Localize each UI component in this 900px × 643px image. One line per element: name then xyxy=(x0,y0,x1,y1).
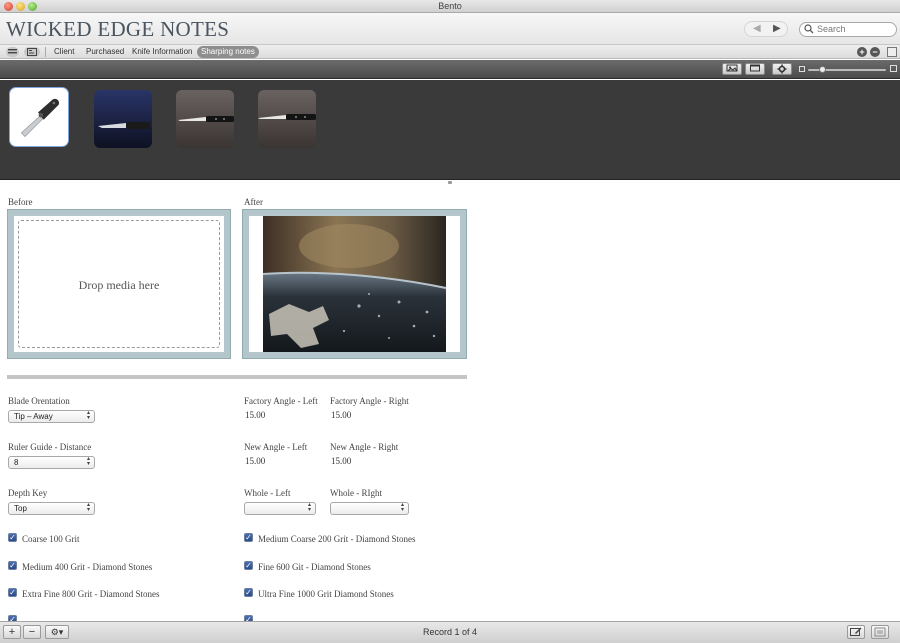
gallery-toolbar xyxy=(0,60,900,79)
record-count: Record 1 of 4 xyxy=(422,627,478,637)
after-photo-blade-closeup xyxy=(249,216,460,352)
database-title: WICKED EDGE NOTES xyxy=(6,17,230,41)
extra-fine-800-checkbox[interactable]: ✓ xyxy=(8,588,17,597)
record-navigation: ◀ ▶ xyxy=(744,21,788,37)
before-label: Before xyxy=(8,197,33,207)
status-bar: + − ⚙▾ Record 1 of 4 xyxy=(0,621,900,643)
after-label: After xyxy=(244,197,263,207)
view-bar-separator xyxy=(45,47,46,57)
ruler-guide-label: Ruler Guide - Distance xyxy=(8,442,92,452)
blade-orientation-popup[interactable]: Tip – Away ▴ ▾ xyxy=(8,410,95,423)
drop-zone[interactable]: Drop media here xyxy=(18,220,220,348)
gallery-thumbnail[interactable] xyxy=(94,90,152,148)
coarse-100-label: Coarse 100 Grit xyxy=(22,534,80,544)
tab-purchased[interactable]: Purchased xyxy=(86,46,124,58)
zoom-slider-knob[interactable] xyxy=(819,66,826,73)
gallery-thumbnail[interactable] xyxy=(10,88,68,146)
window-title-bar: Bento xyxy=(0,0,900,13)
add-form-icon[interactable]: + xyxy=(857,47,867,57)
knife-on-brown-image xyxy=(258,90,316,148)
ruler-guide-value: 8 xyxy=(14,458,19,467)
ruler-guide-popup[interactable]: 8 ▴ ▾ xyxy=(8,456,95,469)
folding-knife-image xyxy=(12,90,66,144)
medium-coarse-200-label: Medium Coarse 200 Grit - Diamond Stones xyxy=(258,534,416,544)
factory-angle-right-label: Factory Angle - Right xyxy=(330,396,409,406)
gallery-resize-handle[interactable] xyxy=(448,181,452,184)
medium-400-checkbox[interactable]: ✓ xyxy=(8,561,17,570)
popup-arrows-icon: ▴ ▾ xyxy=(400,502,404,513)
window-title: Bento xyxy=(438,1,462,11)
search-icon xyxy=(804,24,815,36)
whole-right-popup[interactable]: ▴ ▾ xyxy=(330,502,409,515)
field-panel-icon[interactable] xyxy=(887,47,897,57)
fine-600-label: Fine 600 Git - Diamond Stones xyxy=(258,562,371,572)
previous-record-button[interactable]: ◀ xyxy=(753,23,761,34)
extra-fine-800-label: Extra Fine 800 Grit - Diamond Stones xyxy=(22,589,160,599)
record-form: Before Drop media here After Blade Orent… xyxy=(0,185,900,621)
depth-key-value: Top xyxy=(14,504,27,513)
medium-coarse-200-checkbox[interactable]: ✓ xyxy=(244,533,253,542)
popup-arrows-icon: ▴ ▾ xyxy=(86,456,90,467)
whole-right-label: Whole - RIght xyxy=(330,488,382,498)
depth-key-popup[interactable]: Top ▴ ▾ xyxy=(8,502,95,515)
search-field[interactable]: Search xyxy=(799,22,897,37)
factory-angle-left-value[interactable]: 15.00 xyxy=(245,410,265,420)
next-record-button[interactable]: ▶ xyxy=(773,23,781,34)
blade-orientation-value: Tip – Away xyxy=(14,412,53,421)
knife-on-blue-image xyxy=(94,90,152,148)
single-record-view-icon[interactable] xyxy=(745,63,765,75)
tab-client[interactable]: Client xyxy=(54,46,74,58)
gear-icon[interactable] xyxy=(772,63,792,75)
form-view-icon[interactable] xyxy=(24,47,40,57)
zoom-large-icon xyxy=(890,65,897,72)
gallery-thumbnail[interactable] xyxy=(258,90,316,148)
form-layout-button[interactable] xyxy=(871,625,889,639)
before-media-field[interactable]: Drop media here xyxy=(14,216,224,352)
popup-arrows-icon: ▴ ▾ xyxy=(86,502,90,513)
new-angle-left-value[interactable]: 15.00 xyxy=(245,456,265,466)
tab-knife-information[interactable]: Knife Information xyxy=(132,46,192,58)
fine-600-checkbox[interactable]: ✓ xyxy=(244,561,253,570)
media-gallery xyxy=(0,80,900,180)
pencil-icon xyxy=(850,627,862,636)
ultra-fine-1000-checkbox[interactable]: ✓ xyxy=(244,588,253,597)
depth-key-label: Depth Key xyxy=(8,488,48,498)
header: WICKED EDGE NOTES ◀ ▶ Search xyxy=(0,13,900,45)
knife-on-brown-image xyxy=(176,90,234,148)
tab-sharping-notes[interactable]: Sharping notes xyxy=(197,46,259,58)
edit-form-button[interactable] xyxy=(847,625,865,639)
list-view-icon[interactable] xyxy=(6,47,19,57)
layout-icon xyxy=(874,627,886,637)
coarse-100-checkbox[interactable]: ✓ xyxy=(8,533,17,542)
whole-left-label: Whole - Left xyxy=(244,488,291,498)
gallery-thumbnail[interactable] xyxy=(176,90,234,148)
remove-form-icon[interactable]: − xyxy=(870,47,880,57)
view-bar: Client Purchased Knife Information Sharp… xyxy=(0,45,900,59)
search-placeholder: Search xyxy=(817,24,846,34)
popup-arrows-icon: ▴ ▾ xyxy=(307,502,311,513)
new-angle-left-label: New Angle - Left xyxy=(244,442,308,452)
section-divider xyxy=(7,375,467,379)
gallery-view-icon[interactable] xyxy=(722,63,742,75)
drop-media-text: Drop media here xyxy=(78,278,160,292)
after-media-field[interactable] xyxy=(249,216,460,352)
popup-arrows-icon: ▴ ▾ xyxy=(86,410,90,421)
zoom-small-icon xyxy=(799,66,805,72)
ultra-fine-1000-label: Ultra Fine 1000 Grit Diamond Stones xyxy=(258,589,394,599)
medium-400-label: Medium 400 Grit - Diamond Stones xyxy=(22,562,153,572)
new-angle-right-label: New Angle - Right xyxy=(330,442,399,452)
factory-angle-right-value[interactable]: 15.00 xyxy=(331,410,351,420)
whole-left-popup[interactable]: ▴ ▾ xyxy=(244,502,316,515)
before-media-frame: Drop media here xyxy=(7,209,231,359)
factory-angle-left-label: Factory Angle - Left xyxy=(244,396,318,406)
after-media-frame xyxy=(242,209,467,359)
new-angle-right-value[interactable]: 15.00 xyxy=(331,456,351,466)
blade-orientation-label: Blade Orentation xyxy=(8,396,70,406)
